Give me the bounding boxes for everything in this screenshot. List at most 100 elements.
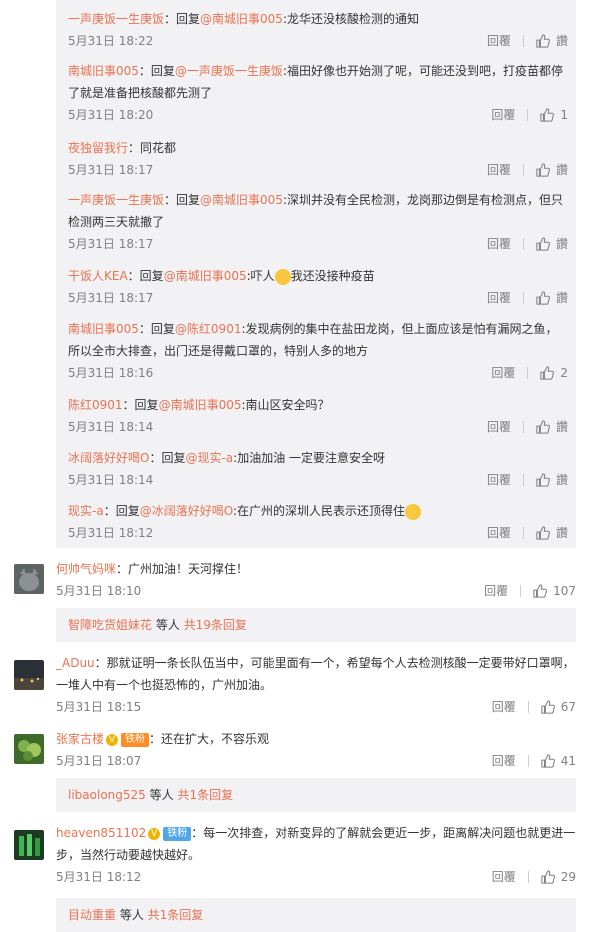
reply-button[interactable]: 回覆 xyxy=(492,752,516,769)
reply-button[interactable]: 回覆 xyxy=(491,364,515,381)
divider xyxy=(527,700,529,713)
like-button[interactable]: 讚 xyxy=(536,32,568,49)
reply-button[interactable]: 回覆 xyxy=(487,289,511,306)
comment-meta: 5月31日 18:15 回覆 67 xyxy=(56,698,576,718)
verified-icon: V xyxy=(148,827,161,840)
reply-button[interactable]: 回覆 xyxy=(484,582,508,599)
more-replies-bar[interactable]: 目动重重 等人 共1条回复 xyxy=(56,898,576,932)
mention-link[interactable]: @南城旧事005 xyxy=(164,269,247,283)
reply-user-link[interactable]: 现实-a xyxy=(68,504,104,518)
more-replies-users[interactable]: 目动重重 xyxy=(68,908,116,922)
thumbs-up-icon xyxy=(536,419,550,434)
like-count: 41 xyxy=(560,753,576,768)
mention-link[interactable]: @陈红0901 xyxy=(175,322,242,336)
reply-button[interactable]: 回覆 xyxy=(487,161,511,178)
reply-button[interactable]: 回覆 xyxy=(487,235,511,252)
reply-content: :加油加油 一定要注意安全呀 xyxy=(233,451,386,465)
reply-button[interactable]: 回覆 xyxy=(492,698,516,715)
avatar[interactable] xyxy=(14,734,44,764)
thumbs-up-icon xyxy=(536,290,550,305)
reply-content: :南山区安全吗？ xyxy=(241,398,330,412)
like-button[interactable]: 讚 xyxy=(536,235,568,252)
more-replies-count[interactable]: 共1条回复 xyxy=(148,908,204,922)
reply-text: 一声庚饭一生庚饭：回复@南城旧事005:龙华还没核酸检测的通知 xyxy=(68,8,568,30)
reply-meta: 5月31日 18:20 回覆 1 xyxy=(68,106,568,126)
like-button[interactable]: 讚 xyxy=(536,471,568,488)
reply-button[interactable]: 回覆 xyxy=(491,106,515,123)
comment-user-link[interactable]: heaven851102 xyxy=(56,826,146,840)
reply-user-link[interactable]: 南城旧事005 xyxy=(68,322,139,336)
reply-item: 南城旧事005：回复@一声庚饭一生庚饭:福田好像也开始测了呢，可能还没到吧，打疫… xyxy=(68,60,568,122)
divider xyxy=(527,366,529,379)
mention-link[interactable]: @南城旧事005 xyxy=(200,193,283,207)
avatar[interactable] xyxy=(14,564,44,594)
mention-link[interactable]: @现实-a xyxy=(185,451,233,465)
reply-actions: 回覆 1 xyxy=(491,106,568,123)
mention-link[interactable]: @南城旧事005 xyxy=(159,398,242,412)
reply-user-link[interactable]: 干饭人KEA xyxy=(68,269,128,283)
reply-button[interactable]: 回覆 xyxy=(487,32,511,49)
more-replies-count[interactable]: 共19条回复 xyxy=(184,618,247,632)
comment-text: _ADuu：那就证明一条长队伍当中，可能里面有一个，希望每个人去检测核酸一定要带… xyxy=(56,652,576,696)
more-replies-bar[interactable]: 智障吃货姐妹花 等人 共19条回复 xyxy=(56,608,576,642)
reply-button[interactable]: 回覆 xyxy=(487,524,511,541)
like-button[interactable]: 1 xyxy=(540,108,568,122)
reply-user-link[interactable]: 一声庚饭一生庚饭 xyxy=(68,193,164,207)
like-button[interactable]: 讚 xyxy=(536,161,568,178)
comment-actions: 回覆 107 xyxy=(484,582,576,599)
avatar[interactable] xyxy=(14,830,44,860)
fan-badge: 铁粉 xyxy=(121,732,150,747)
comment-body: 何帅气妈咪：广州加油！天河撑住！ 5月31日 18:10 回覆 107 xyxy=(56,558,576,598)
reply-actions: 回覆 讚 xyxy=(487,235,568,252)
reply-user-link[interactable]: 陈红0901 xyxy=(68,398,123,412)
mention-link[interactable]: @南城旧事005 xyxy=(200,12,283,26)
like-button[interactable]: 讚 xyxy=(536,524,568,541)
reply-user-link[interactable]: 夜独留我行 xyxy=(68,141,128,155)
reply-prefix: ：回复 xyxy=(122,398,159,412)
like-button[interactable]: 29 xyxy=(541,870,576,884)
reply-time: 5月31日 18:17 xyxy=(68,291,154,305)
like-button[interactable]: 67 xyxy=(541,700,576,714)
more-replies-bar[interactable]: libaolong525 等人 共1条回复 xyxy=(56,778,576,812)
reply-user-link[interactable]: 南城旧事005 xyxy=(68,64,139,78)
reply-user-link[interactable]: 一声庚饭一生庚饭 xyxy=(68,12,164,26)
comment-user-link[interactable]: 何帅气妈咪 xyxy=(56,562,116,576)
reply-text: 陈红0901：回复@南城旧事005:南山区安全吗？ xyxy=(68,394,568,416)
comment-body: heaven851102 V 铁粉 ：每一次排查，对新变异的了解就会更近一步，距离解决… xyxy=(56,822,576,884)
like-button[interactable]: 讚 xyxy=(536,418,568,435)
avatar[interactable] xyxy=(14,660,44,690)
comment-time: 5月31日 18:12 xyxy=(56,870,142,884)
like-count: 讚 xyxy=(555,237,568,251)
reply-meta: 5月31日 18:17 回覆 讚 xyxy=(68,161,568,181)
more-replies-suffix: 等人 xyxy=(152,618,184,632)
like-count: 67 xyxy=(560,699,576,714)
mention-link[interactable]: @一声庚饭一生庚饭 xyxy=(175,64,283,78)
reply-prefix: ：同花都 xyxy=(128,141,177,155)
reply-text: 冰阔落好好喝O：回复@现实-a:加油加油 一定要注意安全呀 xyxy=(68,447,568,469)
divider xyxy=(522,34,524,47)
comment-user-link[interactable]: 张家古楼 xyxy=(56,732,104,746)
like-count: 讚 xyxy=(555,420,568,434)
like-count: 1 xyxy=(560,107,568,122)
reply-user-link[interactable]: 冰阔落好好喝O xyxy=(68,451,149,465)
reply-text: 一声庚饭一生庚饭：回复@南城旧事005:深圳并没有全民检测，龙岗那边倒是有检测点… xyxy=(68,189,568,233)
reply-actions: 回覆 讚 xyxy=(487,418,568,435)
reply-button[interactable]: 回覆 xyxy=(492,868,516,885)
mention-link[interactable]: @冰阔落好好喝O xyxy=(140,504,233,518)
reply-actions: 回覆 讚 xyxy=(487,524,568,541)
like-button[interactable]: 2 xyxy=(540,366,568,380)
comment-user-link[interactable]: _ADuu xyxy=(56,656,95,670)
like-count: 讚 xyxy=(555,473,568,487)
reply-time: 5月31日 18:14 xyxy=(68,420,154,434)
more-replies-users[interactable]: 智障吃货姐妹花 xyxy=(68,618,152,632)
divider xyxy=(522,420,524,433)
more-replies-users[interactable]: libaolong525 xyxy=(68,788,146,802)
like-button[interactable]: 107 xyxy=(533,584,576,598)
like-button[interactable]: 讚 xyxy=(536,289,568,306)
more-replies-count[interactable]: 共1条回复 xyxy=(177,788,233,802)
reply-button[interactable]: 回覆 xyxy=(487,418,511,435)
reply-button[interactable]: 回覆 xyxy=(487,471,511,488)
like-button[interactable]: 41 xyxy=(541,754,576,768)
reply-time: 5月31日 18:14 xyxy=(68,473,154,487)
reply-item: 现实-a：回复@冰阔落好好喝O:在广州的深圳人民表示还顶得住 5月31日 18:… xyxy=(68,500,568,540)
